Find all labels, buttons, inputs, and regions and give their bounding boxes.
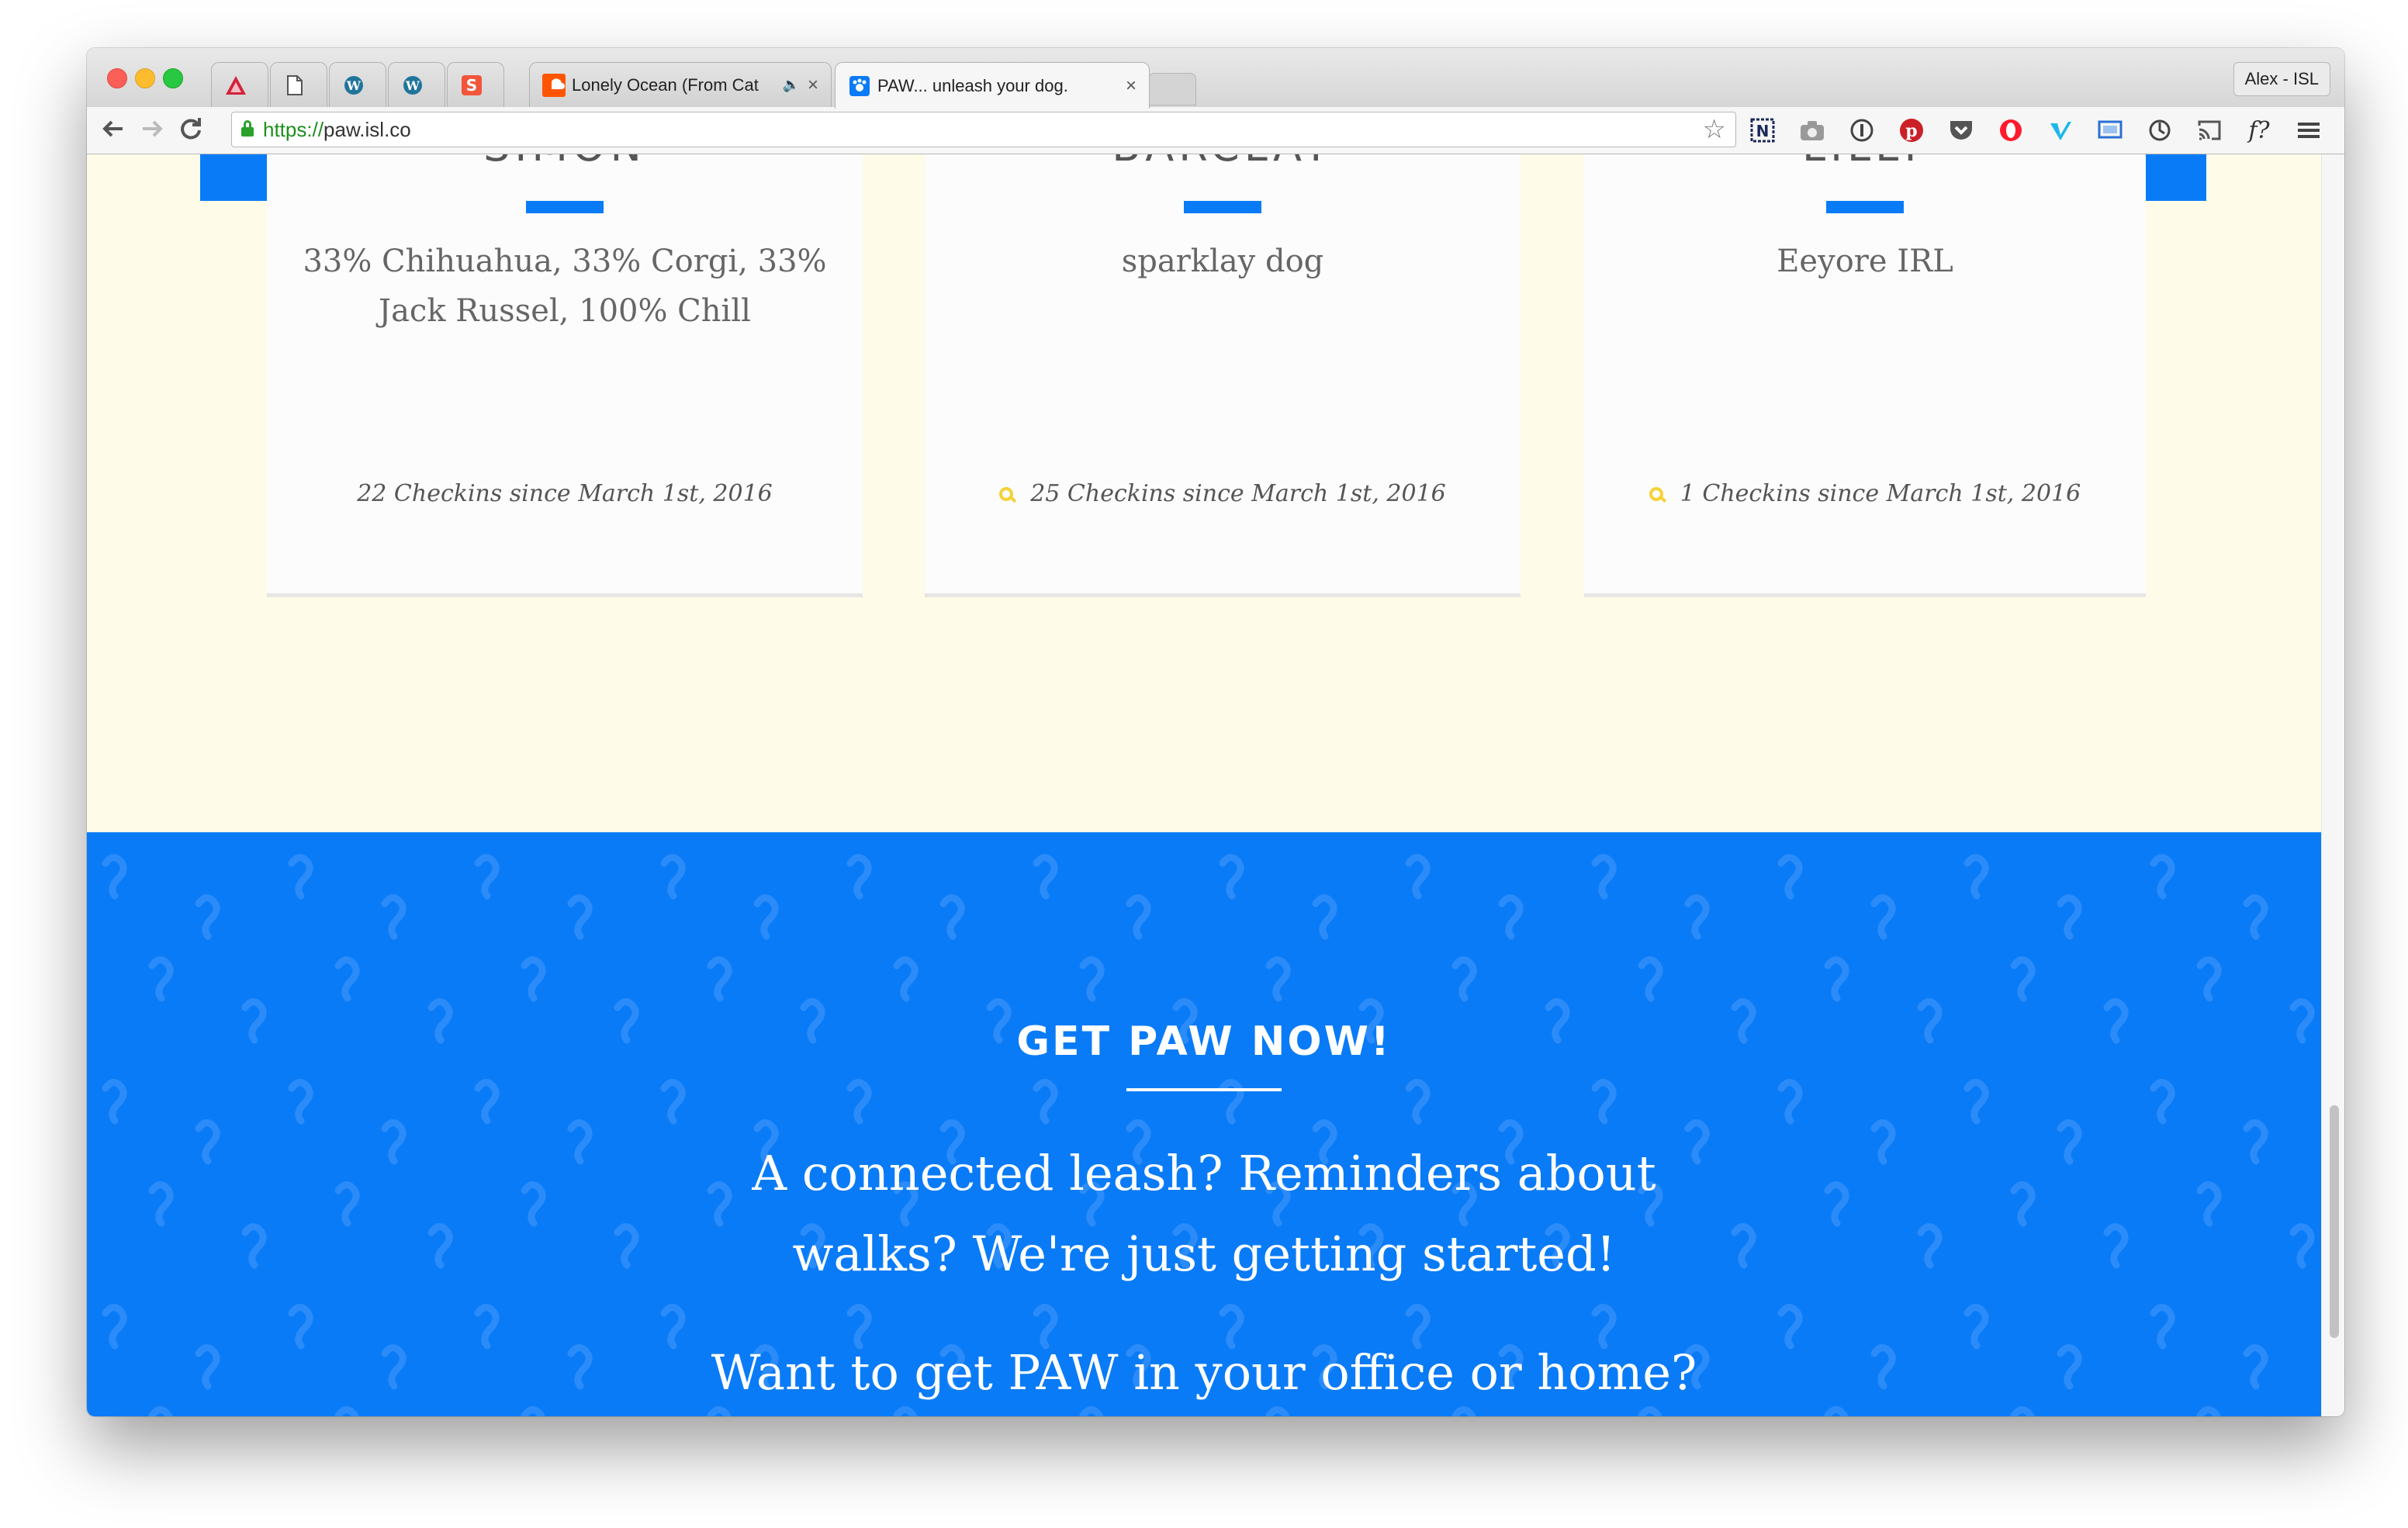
checkins-text: 1 Checkins since March 1st, 2016 bbox=[1680, 480, 2081, 507]
soundcloud-icon bbox=[542, 73, 566, 97]
svg-text:W: W bbox=[405, 78, 420, 93]
page-viewport: SIMON 33% Chihuahua, 33% Corgi, 33% Jack… bbox=[87, 154, 2321, 1416]
svg-text:S: S bbox=[466, 76, 477, 95]
wordpress-icon: W bbox=[342, 74, 365, 97]
tab-document[interactable] bbox=[270, 62, 327, 107]
dog-name: BARCLAY bbox=[925, 154, 1521, 171]
tab-wordpress-1[interactable]: W bbox=[329, 62, 386, 107]
s-app-icon: S bbox=[460, 74, 483, 97]
new-tab-button[interactable] bbox=[1148, 73, 1196, 105]
tab-wordpress-2[interactable]: W bbox=[388, 62, 445, 107]
profile-button[interactable]: Alex - ISL bbox=[2233, 62, 2330, 96]
tab-label: PAW... unleash your dog. bbox=[877, 75, 1068, 95]
camera-icon[interactable] bbox=[1798, 116, 1826, 144]
tab-delta[interactable] bbox=[211, 62, 268, 107]
dog-name: LILLY bbox=[1584, 154, 2146, 171]
wordpress-icon: W bbox=[401, 74, 424, 97]
checkins-row: 1 Checkins since March 1st, 2016 bbox=[1584, 480, 2146, 507]
card-divider bbox=[1826, 201, 1904, 213]
tab-label: Lonely Ocean (From Cat bbox=[572, 74, 759, 95]
reload-button[interactable] bbox=[175, 113, 206, 144]
card-divider bbox=[526, 201, 604, 213]
back-arrow-icon bbox=[102, 120, 123, 137]
back-button[interactable] bbox=[98, 113, 129, 144]
tab-soundcloud[interactable]: Lonely Ocean (From Cat 🔈 × bbox=[529, 62, 832, 107]
cta-divider bbox=[1126, 1088, 1282, 1091]
checkins-text: 25 Checkins since March 1st, 2016 bbox=[1030, 480, 1446, 507]
svg-text:W: W bbox=[346, 78, 362, 93]
screen-icon[interactable] bbox=[2096, 116, 2124, 144]
checkins-row: 22 Checkins since March 1st, 2016 bbox=[267, 480, 863, 507]
lock-icon bbox=[241, 120, 254, 137]
tab-bar: W W S Lonely Ocean (From Cat 🔈 × PAW... … bbox=[87, 48, 2344, 109]
close-tab-icon[interactable]: × bbox=[808, 74, 818, 96]
squiggle-pattern bbox=[87, 832, 2321, 1416]
checkins-text: 22 Checkins since March 1st, 2016 bbox=[357, 480, 773, 507]
pinterest-icon[interactable]: p bbox=[1898, 116, 1925, 144]
scrollbar-thumb[interactable] bbox=[2330, 1105, 2339, 1338]
address-bar[interactable]: https://paw.isl.co ☆ bbox=[231, 112, 1736, 147]
document-icon bbox=[283, 74, 306, 97]
toolbar: https://paw.isl.co ☆ N p f? bbox=[87, 107, 2344, 154]
pocket-icon[interactable] bbox=[1947, 116, 1975, 144]
close-window-button[interactable] bbox=[107, 68, 127, 88]
cta-question: Want to get PAW in your office or home? bbox=[711, 1344, 1697, 1401]
checkins-row: 25 Checkins since March 1st, 2016 bbox=[925, 480, 1521, 507]
location-pin-icon bbox=[1649, 486, 1663, 501]
minimize-window-button[interactable] bbox=[135, 68, 155, 88]
dog-name: SIMON bbox=[267, 154, 863, 171]
dog-description: sparklay dog bbox=[1121, 244, 1324, 279]
location-pin-icon bbox=[999, 486, 1014, 501]
dog-description: Eeyore IRL bbox=[1777, 244, 1953, 279]
1password-icon[interactable] bbox=[1848, 116, 1876, 144]
zoom-window-button[interactable] bbox=[163, 68, 183, 88]
svg-text:N: N bbox=[1756, 122, 1770, 140]
page-scrollbar[interactable] bbox=[2321, 154, 2344, 1416]
delta-icon bbox=[224, 74, 247, 97]
close-tab-icon[interactable]: × bbox=[1126, 75, 1137, 97]
forward-arrow-icon bbox=[143, 120, 163, 137]
sync-icon[interactable] bbox=[2146, 116, 2174, 144]
cta-title: GET PAW NOW! bbox=[1016, 1018, 1392, 1065]
dog-card: BARCLAY sparklay dog 25 Checkins since M… bbox=[925, 154, 1521, 597]
forward-button[interactable] bbox=[137, 113, 168, 144]
svg-text:p: p bbox=[1905, 121, 1917, 141]
dog-card: SIMON 33% Chihuahua, 33% Corgi, 33% Jack… bbox=[267, 154, 863, 597]
get-paw-section: GET PAW NOW! A connected leash? Reminder… bbox=[87, 832, 2321, 1416]
tab-s-app[interactable]: S bbox=[447, 62, 504, 107]
cta-text: A connected leash? Reminders about walks… bbox=[752, 1145, 1656, 1282]
browser-window: W W S Lonely Ocean (From Cat 🔈 × PAW... … bbox=[87, 48, 2344, 1416]
paw-favicon-icon bbox=[848, 74, 871, 98]
f-question-icon[interactable]: f? bbox=[2245, 116, 2273, 144]
n-extension-icon[interactable]: N bbox=[1749, 116, 1777, 144]
cast-icon[interactable] bbox=[2195, 116, 2223, 144]
menu-icon[interactable] bbox=[2295, 116, 2323, 144]
reload-icon bbox=[181, 118, 201, 140]
vimeo-icon[interactable] bbox=[2046, 116, 2074, 144]
tab-paw[interactable]: PAW... unleash your dog. × bbox=[835, 62, 1150, 109]
bookmark-star-icon[interactable]: ☆ bbox=[1703, 114, 1726, 145]
card-divider bbox=[1184, 201, 1261, 213]
dog-description: 33% Chihuahua, 33% Corgi, 33% Jack Russe… bbox=[303, 244, 827, 329]
url-text: https://paw.isl.co bbox=[263, 118, 411, 141]
dog-card: LILLY Eeyore IRL 1 Checkins since March … bbox=[1584, 154, 2146, 597]
opera-icon[interactable] bbox=[1997, 116, 2025, 144]
speaker-icon[interactable]: 🔈 bbox=[783, 77, 800, 93]
